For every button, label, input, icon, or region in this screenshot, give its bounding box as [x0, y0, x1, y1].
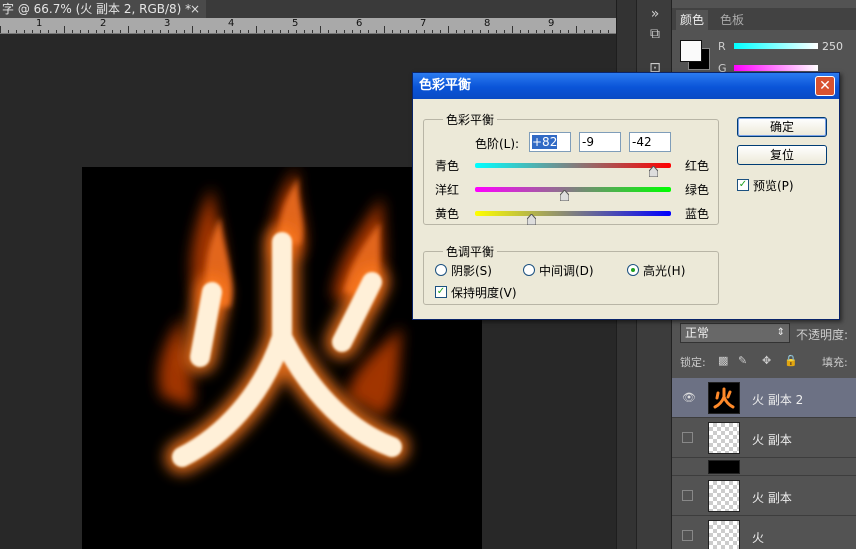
ruler-tick [448, 26, 449, 33]
slider-thumb[interactable] [559, 189, 570, 202]
ruler-label: 9 [548, 18, 555, 29]
layer-thumbnail [708, 480, 740, 512]
level-yellow-blue-input[interactable]: -42 [629, 132, 671, 152]
layer-thumbnail [708, 460, 740, 474]
foreground-color-swatch[interactable] [680, 40, 702, 62]
ok-button[interactable]: 确定 [737, 117, 827, 137]
lock-label: 锁定: [680, 356, 706, 369]
layer-thumbnail [708, 422, 740, 454]
slider-right-label: 绿色 [685, 183, 710, 197]
dialog-close-icon[interactable]: ✕ [815, 76, 835, 96]
color-balance-group-title: 色彩平衡 [443, 111, 498, 128]
ruler-tick [128, 26, 129, 33]
tone-radio-label[interactable]: 中间调(D) [539, 262, 594, 279]
color-balance-dialog: 色彩平衡 ✕ 色彩平衡 色阶(L): +82 -9 -42 青色 红色洋红 绿色黄色… [412, 72, 840, 320]
ruler-label: 7 [420, 18, 427, 29]
lock-brush-icon[interactable]: ✎ [738, 354, 747, 367]
level-magenta-green-input[interactable]: -9 [579, 132, 621, 152]
ruler-tick [320, 26, 321, 33]
visibility-toggle[interactable] [682, 530, 693, 541]
layer-thumbnail [708, 520, 740, 549]
fill-label: 填充: [822, 356, 848, 369]
slider-left-label: 黄色 [435, 207, 460, 221]
preserve-luminosity-checkbox[interactable]: ✓ [435, 286, 447, 298]
layer-name: 火 副本 [752, 433, 792, 447]
layer-row[interactable] [672, 458, 856, 476]
tab-bar-empty [206, 0, 616, 18]
layer-thumbnail [708, 382, 740, 414]
ruler-label: 8 [484, 18, 491, 29]
preview-checkbox[interactable]: ✓ [737, 179, 749, 191]
channel-r-label: R [718, 40, 726, 53]
slider-track[interactable] [475, 187, 671, 192]
ruler-tick [384, 26, 385, 33]
layer-row[interactable]: 👁 火 副本 2 [672, 378, 856, 418]
color-balance-group [423, 119, 719, 225]
ruler-label: 6 [356, 18, 363, 29]
layer-name: 火 副本 [752, 491, 792, 505]
ruler-label: 5 [292, 18, 299, 29]
ruler-tick [0, 26, 1, 33]
ruler-tick [64, 26, 65, 33]
ruler-label: 3 [164, 18, 171, 29]
level-cyan-red-input[interactable]: +82 [529, 132, 571, 152]
channel-g-slider[interactable] [734, 65, 818, 71]
ruler-label: 2 [100, 18, 107, 29]
preview-label[interactable]: 预览(P) [753, 177, 794, 194]
layer-row[interactable]: 火 副本 [672, 418, 856, 458]
levels-label: 色阶(L): [475, 137, 520, 151]
tone-radio[interactable] [435, 264, 447, 276]
history-icon[interactable]: ⧉ [643, 22, 667, 46]
visibility-toggle[interactable] [682, 490, 693, 501]
document-tab-title: 字 @ 66.7% (火 副本 2, RGB/8) * [2, 2, 192, 16]
ruler-label: 4 [228, 18, 235, 29]
blend-mode-select[interactable]: 正常 ⇕ [680, 323, 790, 343]
color-panel-tabs: 颜色 色板 [672, 8, 856, 30]
ruler-tick [512, 26, 513, 33]
slider-thumb[interactable] [648, 165, 659, 178]
channel-r-value[interactable]: 250 [822, 40, 843, 53]
slider-track[interactable] [475, 163, 671, 168]
chevron-updown-icon: ⇕ [776, 327, 785, 338]
eye-icon[interactable]: 👁 [682, 391, 696, 404]
preserve-luminosity-label[interactable]: 保持明度(V) [451, 284, 517, 301]
layer-name: 火 [752, 531, 765, 545]
ruler-tick [192, 26, 193, 33]
layer-name: 火 副本 2 [752, 393, 804, 407]
tone-radio-label[interactable]: 阴影(S) [451, 262, 492, 279]
lock-move-icon[interactable]: ✥ [762, 354, 771, 367]
blend-mode-value: 正常 [685, 326, 710, 340]
tone-balance-group-title: 色调平衡 [443, 243, 498, 260]
layer-row[interactable]: 火 [672, 516, 856, 549]
ruler-tick [256, 26, 257, 33]
dialog-title: 色彩平衡 [419, 78, 472, 93]
lock-transparent-icon[interactable]: ▩ [718, 354, 728, 367]
tone-radio-label[interactable]: 高光(H) [643, 262, 685, 279]
document-tab[interactable]: 字 @ 66.7% (火 副本 2, RGB/8) * × [0, 0, 206, 18]
tone-radio[interactable] [523, 264, 535, 276]
lock-all-icon[interactable]: 🔒 [784, 354, 798, 367]
tab-color[interactable]: 颜色 [676, 10, 709, 30]
slider-left-label: 青色 [435, 159, 460, 173]
layer-row[interactable]: 火 副本 [672, 476, 856, 516]
opacity-label: 不透明度: [796, 328, 849, 342]
horizontal-ruler: 1 2 3 4 5 6 7 8 9 [0, 18, 616, 34]
reset-button[interactable]: 复位 [737, 145, 827, 165]
channel-r-slider[interactable] [734, 43, 818, 49]
document-tab-close-icon[interactable]: × [190, 0, 200, 18]
ruler-tick [576, 26, 577, 33]
slider-right-label: 蓝色 [685, 207, 710, 221]
dialog-title-bar[interactable]: 色彩平衡 [413, 73, 839, 99]
tab-swatches[interactable]: 色板 [716, 10, 748, 30]
visibility-toggle[interactable] [682, 432, 693, 443]
slider-thumb[interactable] [526, 213, 537, 226]
slider-track[interactable] [475, 211, 671, 216]
slider-left-label: 洋红 [435, 183, 460, 197]
slider-right-label: 红色 [685, 159, 710, 173]
ruler-label: 1 [36, 18, 43, 29]
tone-radio[interactable] [627, 264, 639, 276]
